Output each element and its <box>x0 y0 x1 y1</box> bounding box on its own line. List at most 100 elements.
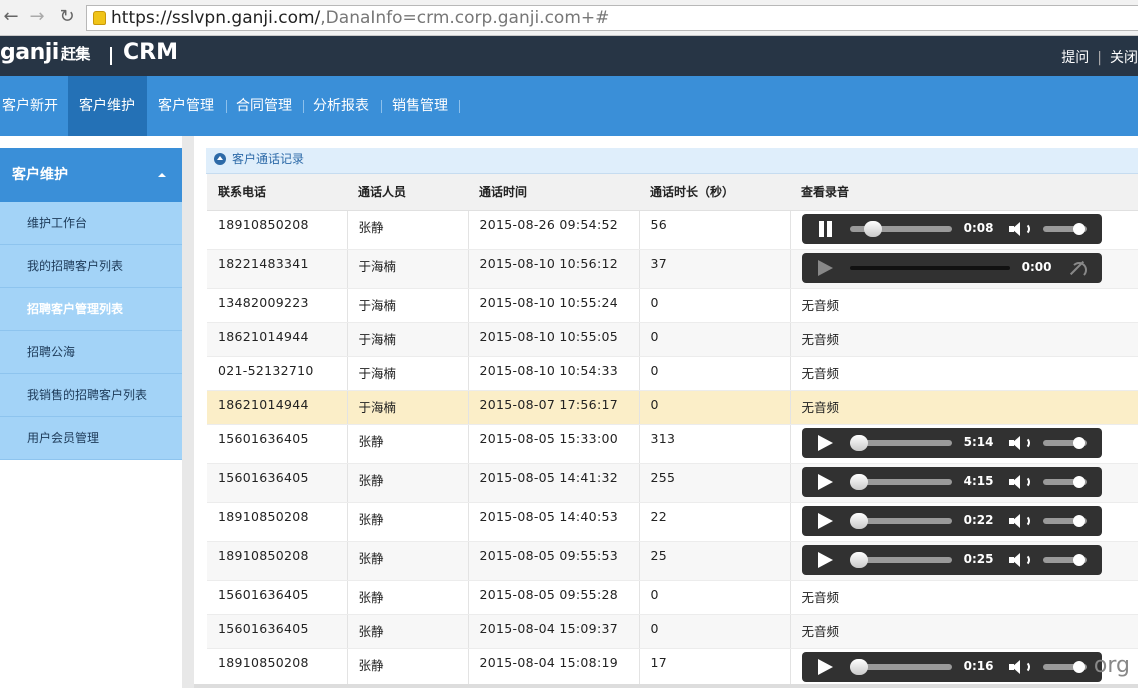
call-records-table: 联系电话 通话人员 通话时间 通话时长（秒） 查看录音 18910850208 张… <box>207 174 1138 688</box>
progress-knob[interactable] <box>849 512 868 529</box>
audio-player[interactable]: 0:16 <box>801 651 1102 682</box>
back-icon[interactable]: ← <box>0 6 22 28</box>
sidebar-item-my-sold-customers[interactable]: 我销售的招聘客户列表 <box>0 374 182 417</box>
cell-recording: 0:25 <box>790 541 1138 581</box>
top-nav-item-new-customer[interactable]: 客户新开 <box>0 76 68 136</box>
cell-duration: 0 <box>639 322 791 357</box>
top-nav: 客户新开 客户维护 客户管理 合同管理 分析报表 销售管理 <box>0 76 1138 136</box>
top-nav-item-reports[interactable]: 分析报表 <box>304 76 382 136</box>
cell-duration: 17 <box>639 648 791 688</box>
cell-duration: 56 <box>639 210 791 250</box>
volume-muted-icon[interactable] <box>1068 261 1087 278</box>
warning-lock-icon <box>93 11 106 25</box>
audio-player[interactable]: 4:15 <box>801 466 1102 497</box>
table-row: 15601636405 张静 2015-08-04 15:09:37 0 无音频 <box>207 614 1138 649</box>
panel-header[interactable]: 客户通话记录 <box>206 148 1138 174</box>
cell-duration: 0 <box>639 614 791 649</box>
table-row: 18910850208 张静 2015-08-26 09:54:52 56 0:08 <box>207 210 1138 250</box>
cell-phone: 021-52132710 <box>207 356 348 391</box>
cell-recording: 5:14 <box>790 424 1138 464</box>
app-header: ganji 赶集 CRM 提问 | 关闭 <box>0 36 1138 76</box>
cell-time: 2015-08-05 09:55:53 <box>468 541 640 581</box>
table-header-row: 联系电话 通话人员 通话时间 通话时长（秒） 查看录音 <box>207 174 1138 211</box>
sidebar-item-workbench[interactable]: 维护工作台 <box>0 202 182 245</box>
table-row: 18621014944 于海楠 2015-08-07 17:56:17 0 无音频 <box>207 390 1138 425</box>
cell-duration: 313 <box>639 424 791 464</box>
play-icon[interactable] <box>817 512 833 529</box>
volume-wave-icon <box>1022 660 1030 673</box>
cell-duration: 0 <box>639 580 791 615</box>
sidebar-item-my-customers[interactable]: 我的招聘客户列表 <box>0 245 182 288</box>
volume-knob[interactable] <box>1072 475 1085 488</box>
play-icon[interactable] <box>817 259 833 276</box>
progress-knob[interactable] <box>849 473 868 490</box>
cell-phone: 18621014944 <box>207 390 348 425</box>
pause-icon[interactable] <box>818 220 834 237</box>
cell-phone: 18910850208 <box>207 502 348 542</box>
audio-player[interactable]: 0:25 <box>801 544 1102 575</box>
cell-recording: 无音频 <box>790 356 1138 391</box>
cell-time: 2015-08-05 09:55:28 <box>468 580 640 615</box>
address-bar[interactable]: https://sslvpn.ganji.com/,DanaInfo=crm.c… <box>86 5 1138 31</box>
top-nav-item-customer-maintain[interactable]: 客户维护 <box>68 76 147 136</box>
volume-wave-icon <box>1022 222 1030 235</box>
sidebar-item-customer-manage-list[interactable]: 招聘客户管理列表 <box>0 288 182 331</box>
panel-title: 客户通话记录 <box>232 152 305 166</box>
top-nav-item-customer-manage[interactable]: 客户管理 <box>147 76 227 136</box>
app-name: CRM <box>123 40 178 65</box>
reload-icon[interactable]: ↻ <box>56 6 78 28</box>
cell-phone: 15601636405 <box>207 614 348 649</box>
volume-knob[interactable] <box>1072 222 1085 235</box>
table-row: 13482009223 于海楠 2015-08-10 10:55:24 0 无音频 <box>207 288 1138 323</box>
cell-phone: 15601636405 <box>207 580 348 615</box>
volume-knob[interactable] <box>1072 660 1085 673</box>
volume-knob[interactable] <box>1072 436 1085 449</box>
col-recording: 查看录音 <box>790 174 1138 211</box>
browser-toolbar: ← → ↻ https://sslvpn.ganji.com/,DanaInfo… <box>0 0 1138 36</box>
audio-player[interactable]: 5:14 <box>801 427 1102 458</box>
cell-time: 2015-08-04 15:09:37 <box>468 614 640 649</box>
play-icon[interactable] <box>817 473 833 490</box>
link-divider: | <box>1097 50 1102 66</box>
play-icon[interactable] <box>817 434 833 451</box>
top-nav-item-sales-manage[interactable]: 销售管理 <box>382 76 460 136</box>
volume-knob[interactable] <box>1072 553 1085 566</box>
table-row: 15601636405 张静 2015-08-05 14:41:32 255 4:15 <box>207 463 1138 503</box>
play-icon[interactable] <box>817 551 833 568</box>
cell-phone: 18910850208 <box>207 648 348 688</box>
cell-duration: 0 <box>639 390 791 425</box>
forward-icon[interactable]: → <box>26 6 48 28</box>
cell-time: 2015-08-10 10:55:24 <box>468 288 640 323</box>
cell-phone: 18621014944 <box>207 322 348 357</box>
main-margin <box>194 148 206 688</box>
play-icon[interactable] <box>817 658 833 675</box>
top-nav-item-contract-manage[interactable]: 合同管理 <box>227 76 304 136</box>
audio-player[interactable]: 0:00 <box>801 252 1102 283</box>
table-row: 15601636405 张静 2015-08-05 09:55:28 0 无音频 <box>207 580 1138 615</box>
progress-knob[interactable] <box>849 551 868 568</box>
audio-player[interactable]: 0:08 <box>801 213 1102 244</box>
table-row: 18621014944 于海楠 2015-08-10 10:55:05 0 无音频 <box>207 322 1138 357</box>
progress-knob[interactable] <box>849 434 868 451</box>
cell-time: 2015-08-07 17:56:17 <box>468 390 640 425</box>
time-display: 0:08 <box>963 220 994 235</box>
volume-knob[interactable] <box>1072 514 1085 527</box>
cell-duration: 0 <box>639 288 791 323</box>
progress-knob[interactable] <box>863 220 882 237</box>
progress-track[interactable] <box>849 265 1010 270</box>
time-display: 0:22 <box>963 512 994 527</box>
horizontal-scrollbar[interactable] <box>194 684 1138 688</box>
cell-person: 张静 <box>347 580 469 615</box>
sidebar-item-public-pool[interactable]: 招聘公海 <box>0 331 182 374</box>
close-link[interactable]: 关闭 <box>1110 47 1138 67</box>
sidebar-header[interactable]: 客户维护 <box>0 148 182 202</box>
progress-knob[interactable] <box>849 658 868 675</box>
col-person: 通话人员 <box>347 174 468 211</box>
sidebar-item-member-manage[interactable]: 用户会员管理 <box>0 417 182 460</box>
collapse-icon[interactable] <box>214 153 226 165</box>
cell-recording: 无音频 <box>790 288 1138 323</box>
cell-time: 2015-08-10 10:56:12 <box>468 249 640 289</box>
ganji-logo[interactable]: ganji 赶集 <box>0 40 90 65</box>
audio-player[interactable]: 0:22 <box>801 505 1102 536</box>
ask-link[interactable]: 提问 <box>1061 47 1089 67</box>
